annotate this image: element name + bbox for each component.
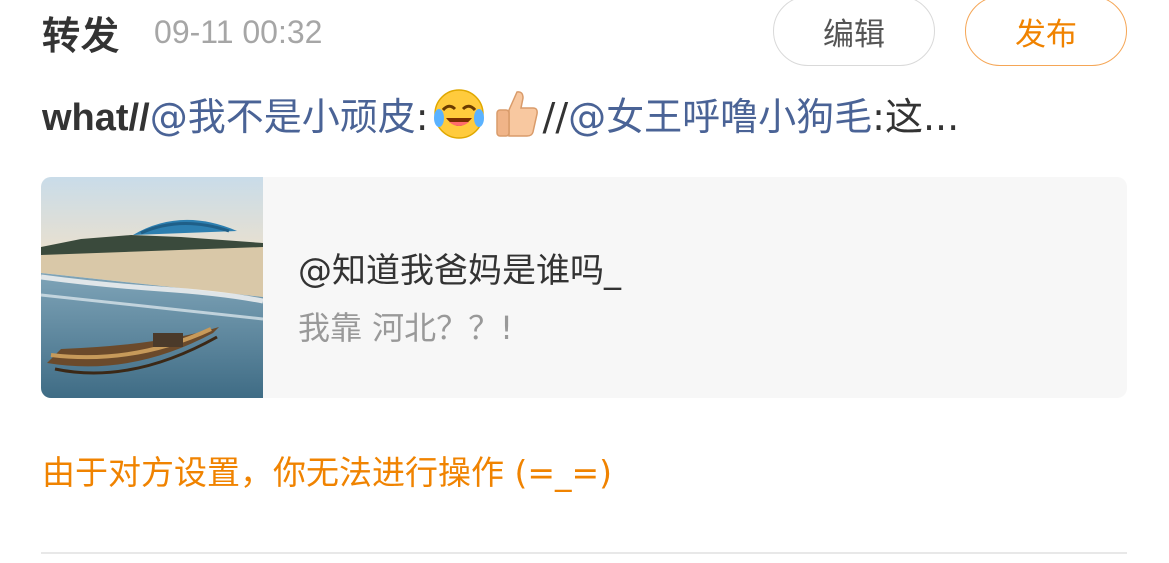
mention-link[interactable]: @女王呼噜小狗毛 — [568, 95, 872, 139]
original-author[interactable]: @知道我爸妈是谁吗_ — [298, 243, 621, 292]
mention-link[interactable]: @我不是小顽皮 — [150, 95, 416, 139]
thumbs-up-icon — [493, 88, 539, 153]
page-title: 转发 — [42, 13, 121, 58]
colon: : — [415, 95, 429, 139]
original-post-text: 我靠 河北？？! — [298, 309, 514, 347]
timestamp: 09-11 00:32 — [154, 13, 323, 50]
repost-tail: :这... — [872, 95, 960, 139]
separator: // — [542, 95, 569, 139]
permission-notice: 由于对方设置，你无法进行操作 (=_=) — [42, 453, 613, 492]
beach-boat-photo — [41, 177, 263, 398]
header: 转发 09-11 00:32 — [42, 6, 322, 58]
repost-text: what//@我不是小顽皮: //@女王呼噜小狗毛:这... — [42, 88, 1127, 153]
publish-button[interactable]: 发布 — [965, 0, 1127, 66]
laughing-crying-icon — [433, 88, 485, 153]
edit-button[interactable]: 编辑 — [773, 0, 935, 66]
divider — [41, 552, 1127, 554]
original-post-card[interactable]: @知道我爸妈是谁吗_ 我靠 河北？？! — [41, 177, 1127, 398]
repost-prefix: what// — [42, 97, 150, 139]
